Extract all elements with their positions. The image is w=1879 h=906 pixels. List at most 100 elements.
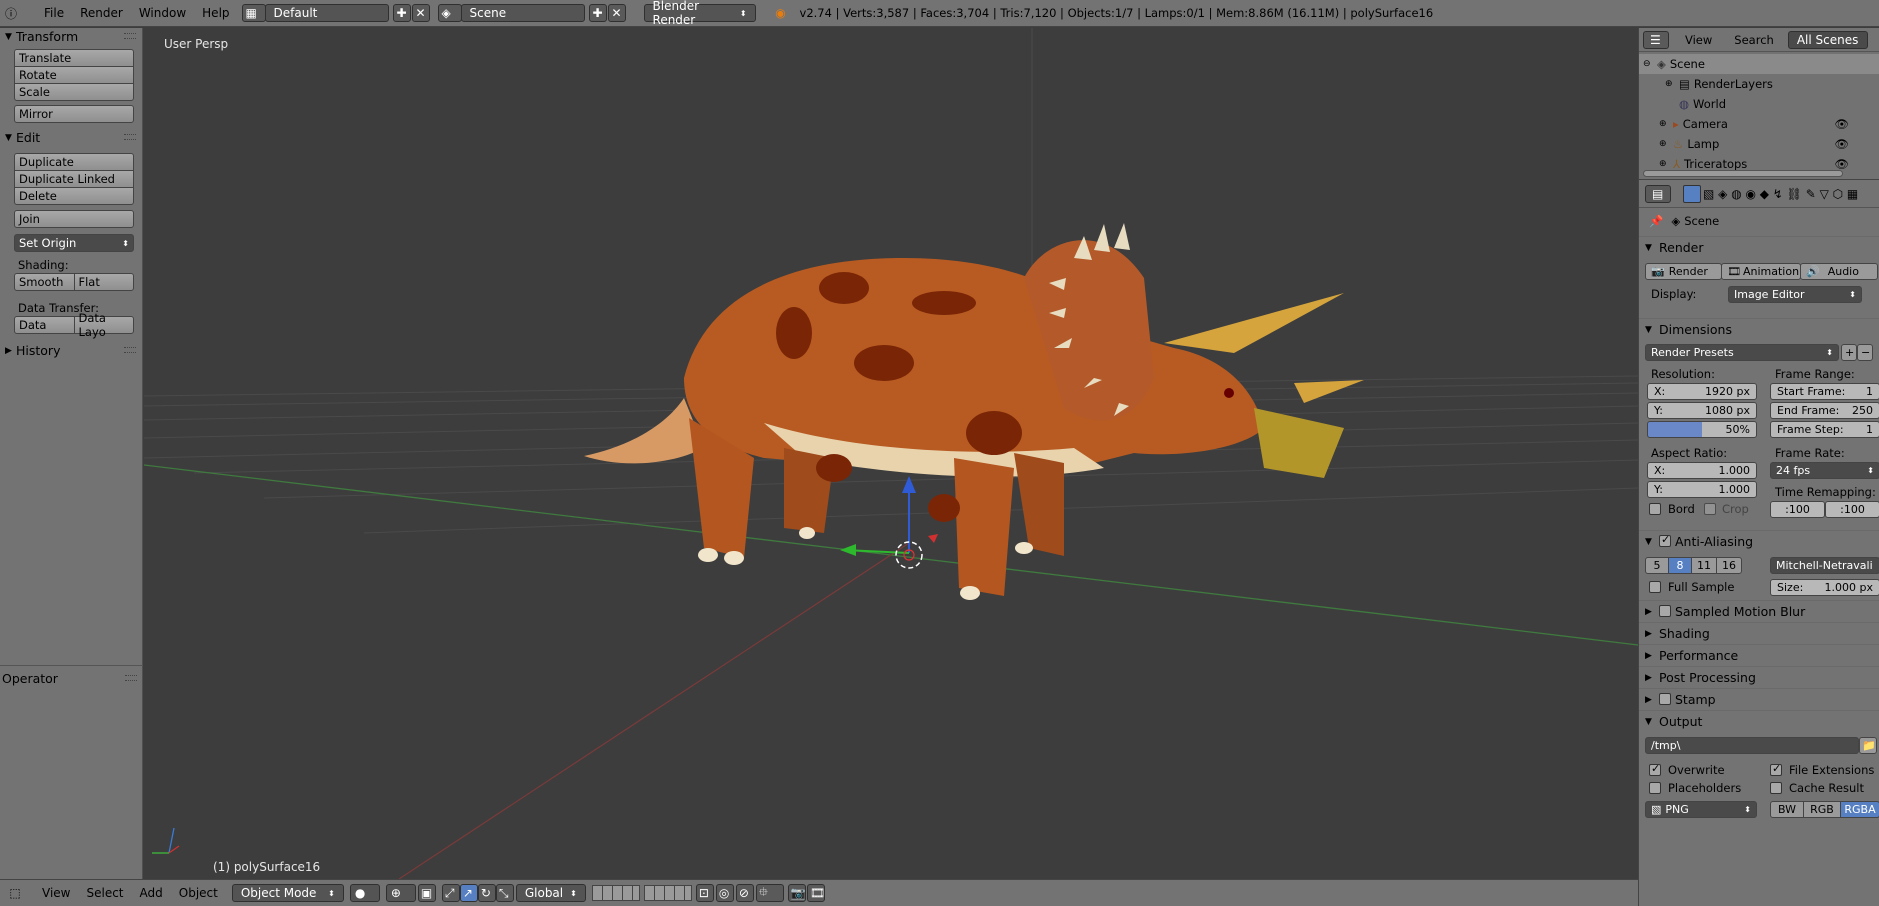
set-origin-menu[interactable]: Set Origin ⬍	[14, 234, 134, 252]
outliner-item-renderlayers[interactable]: ⊕ ▤ RenderLayers	[1639, 74, 1879, 94]
color-rgb-button[interactable]: RGB	[1803, 801, 1841, 818]
menu-select[interactable]: Select	[78, 886, 131, 900]
add-scene-icon[interactable]: ✚	[588, 4, 607, 22]
outliner-menu-view[interactable]: View	[1685, 33, 1712, 47]
delete-button[interactable]: Delete	[14, 187, 134, 205]
drag-grip-icon[interactable]	[125, 675, 137, 681]
layer-buttons-2[interactable]	[643, 885, 692, 901]
render-image-icon[interactable]: 📷	[787, 884, 806, 902]
border-checkbox[interactable]	[1649, 503, 1661, 515]
scene-icon[interactable]: ◈	[437, 4, 462, 22]
visibility-eye-icon[interactable]: 👁	[1834, 137, 1849, 151]
display-mode-select[interactable]: All Scenes	[1787, 30, 1868, 49]
menu-render[interactable]: Render	[72, 6, 131, 20]
file-browse-icon[interactable]: 📁	[1859, 737, 1877, 754]
data-layout-button[interactable]: Data Layo	[73, 311, 134, 339]
menu-window[interactable]: Window	[131, 6, 194, 20]
smooth-button[interactable]: Smooth	[14, 273, 75, 291]
drag-grip-icon[interactable]	[124, 33, 136, 39]
expand-icon[interactable]: ⊕	[1659, 119, 1669, 129]
outliner-item-scene[interactable]: ⊖ ◈ Scene	[1639, 54, 1879, 74]
filter-size-field[interactable]: Size: 1.000 px	[1770, 579, 1879, 596]
editor-type-icon[interactable]: ▤	[1645, 184, 1671, 203]
render-engine-select[interactable]: Blender Render ⬍	[643, 0, 756, 27]
join-button[interactable]: Join	[14, 210, 134, 228]
overwrite-checkbox[interactable]	[1649, 762, 1661, 776]
operator-panel-header[interactable]: Operator	[0, 668, 143, 689]
duplicate-button[interactable]: Duplicate	[14, 153, 134, 171]
motion-blur-panel-header[interactable]: ▶ Sampled Motion Blur	[1639, 600, 1879, 622]
aspect-x-field[interactable]: X: 1.000	[1647, 462, 1757, 479]
render-button[interactable]: 📷 Render	[1645, 263, 1722, 280]
remove-preset-icon[interactable]: −	[1857, 344, 1873, 361]
snap-element-icon[interactable]: ⯐	[755, 884, 784, 902]
drag-grip-icon[interactable]	[124, 134, 136, 140]
frame-rate-select[interactable]: 24 fps ⬍	[1770, 462, 1879, 479]
orientation-select[interactable]: Global ⬍	[515, 884, 586, 902]
render-layers-tab-icon[interactable]: ▧ ◈ ◍ ◉ ◆ ↯ ⛓ ✎ ▽ ⬡ ▦	[1703, 187, 1858, 201]
outliner-scrollbar[interactable]	[1643, 170, 1843, 177]
editor-type-icon[interactable]: ☰	[1643, 30, 1669, 49]
viewport-shading-select[interactable]: ●	[349, 884, 380, 902]
visibility-eye-icon[interactable]: 👁	[1834, 157, 1849, 171]
anti-aliasing-panel-header[interactable]: ▼ Anti-Aliasing	[1639, 530, 1879, 552]
layer-buttons[interactable]	[591, 885, 640, 901]
rotate-button[interactable]: Rotate	[14, 66, 134, 84]
screen-layout-field[interactable]: Default	[264, 4, 389, 22]
post-processing-panel-header[interactable]: ▶ Post Processing	[1639, 666, 1879, 688]
start-frame-field[interactable]: Start Frame: 1	[1770, 383, 1879, 400]
history-panel-header[interactable]: ▶ History	[0, 340, 142, 361]
audio-button[interactable]: 🔊 Audio	[1800, 263, 1878, 280]
remap-new-field[interactable]: :100	[1825, 501, 1879, 518]
snap-icon[interactable]: ⊘	[735, 884, 754, 902]
render-anim-icon[interactable]: 🎞	[806, 884, 825, 902]
output-path-field[interactable]: /tmp\	[1645, 737, 1859, 754]
translate-manip-icon[interactable]: ↗	[459, 884, 478, 902]
edit-panel-header[interactable]: ▼ Edit	[0, 127, 142, 148]
display-select[interactable]: Image Editor ⬍	[1728, 286, 1862, 303]
duplicate-linked-button[interactable]: Duplicate Linked	[14, 170, 134, 188]
remap-old-field[interactable]: :100	[1770, 501, 1825, 518]
menu-view[interactable]: View	[34, 886, 78, 900]
motion-blur-checkbox[interactable]	[1659, 605, 1671, 617]
outliner-item-world[interactable]: ◍ World	[1639, 94, 1879, 114]
transform-panel-header[interactable]: ▼ Transform	[0, 26, 142, 47]
expand-icon[interactable]: ⊕	[1659, 139, 1669, 149]
aa-filter-select[interactable]: Mitchell-Netravali	[1770, 557, 1879, 574]
outliner-item-camera[interactable]: ⊕ ▸ Camera 👁	[1639, 114, 1879, 134]
expand-icon[interactable]: ⊕	[1665, 79, 1675, 89]
file-format-select[interactable]: ▧ PNG ⬍	[1645, 801, 1757, 818]
menu-add[interactable]: Add	[132, 886, 171, 900]
placeholders-checkbox[interactable]	[1649, 782, 1661, 794]
stamp-panel-header[interactable]: ▶ Stamp	[1639, 688, 1879, 710]
flat-button[interactable]: Flat	[73, 273, 134, 291]
limit-selection-icon[interactable]: ▣	[417, 884, 436, 902]
resolution-y-field[interactable]: Y: 1080 px	[1647, 402, 1757, 419]
menu-file[interactable]: File	[36, 6, 72, 20]
outliner-menu-search[interactable]: Search	[1734, 33, 1774, 47]
remove-scene-icon[interactable]: ✕	[607, 4, 626, 22]
editor-type-icon[interactable]: ⓘ	[2, 4, 20, 22]
aa-samples-16[interactable]: 16	[1716, 557, 1742, 574]
visibility-eye-icon[interactable]: 👁	[1834, 117, 1849, 131]
resolution-percentage-field[interactable]: 50%	[1647, 421, 1757, 438]
render-panel-header[interactable]: ▼ Render	[1639, 236, 1879, 258]
output-panel-header[interactable]: ▼ Output	[1639, 710, 1879, 732]
dimensions-panel-header[interactable]: ▼ Dimensions	[1639, 318, 1879, 340]
aspect-y-field[interactable]: Y: 1.000	[1647, 481, 1757, 498]
rotate-manip-icon[interactable]: ↻	[477, 884, 496, 902]
performance-panel-header[interactable]: ▶ Performance	[1639, 644, 1879, 666]
end-frame-field[interactable]: End Frame: 250	[1770, 402, 1879, 419]
mirror-button[interactable]: Mirror	[14, 105, 134, 123]
resolution-x-field[interactable]: X: 1920 px	[1647, 383, 1757, 400]
3d-viewport[interactable]: User Persp (1) polySurface16	[144, 28, 1638, 879]
add-layout-icon[interactable]: ✚	[392, 4, 411, 22]
menu-object[interactable]: Object	[171, 886, 226, 900]
full-sample-checkbox[interactable]	[1649, 581, 1661, 593]
crop-checkbox[interactable]	[1704, 503, 1716, 515]
data-transfer-button[interactable]: Data	[14, 316, 75, 334]
cache-result-checkbox[interactable]	[1770, 782, 1782, 794]
frame-step-field[interactable]: Frame Step: 1	[1770, 421, 1879, 438]
file-extensions-checkbox[interactable]	[1770, 762, 1782, 776]
expand-icon[interactable]: ⊖	[1643, 59, 1653, 69]
